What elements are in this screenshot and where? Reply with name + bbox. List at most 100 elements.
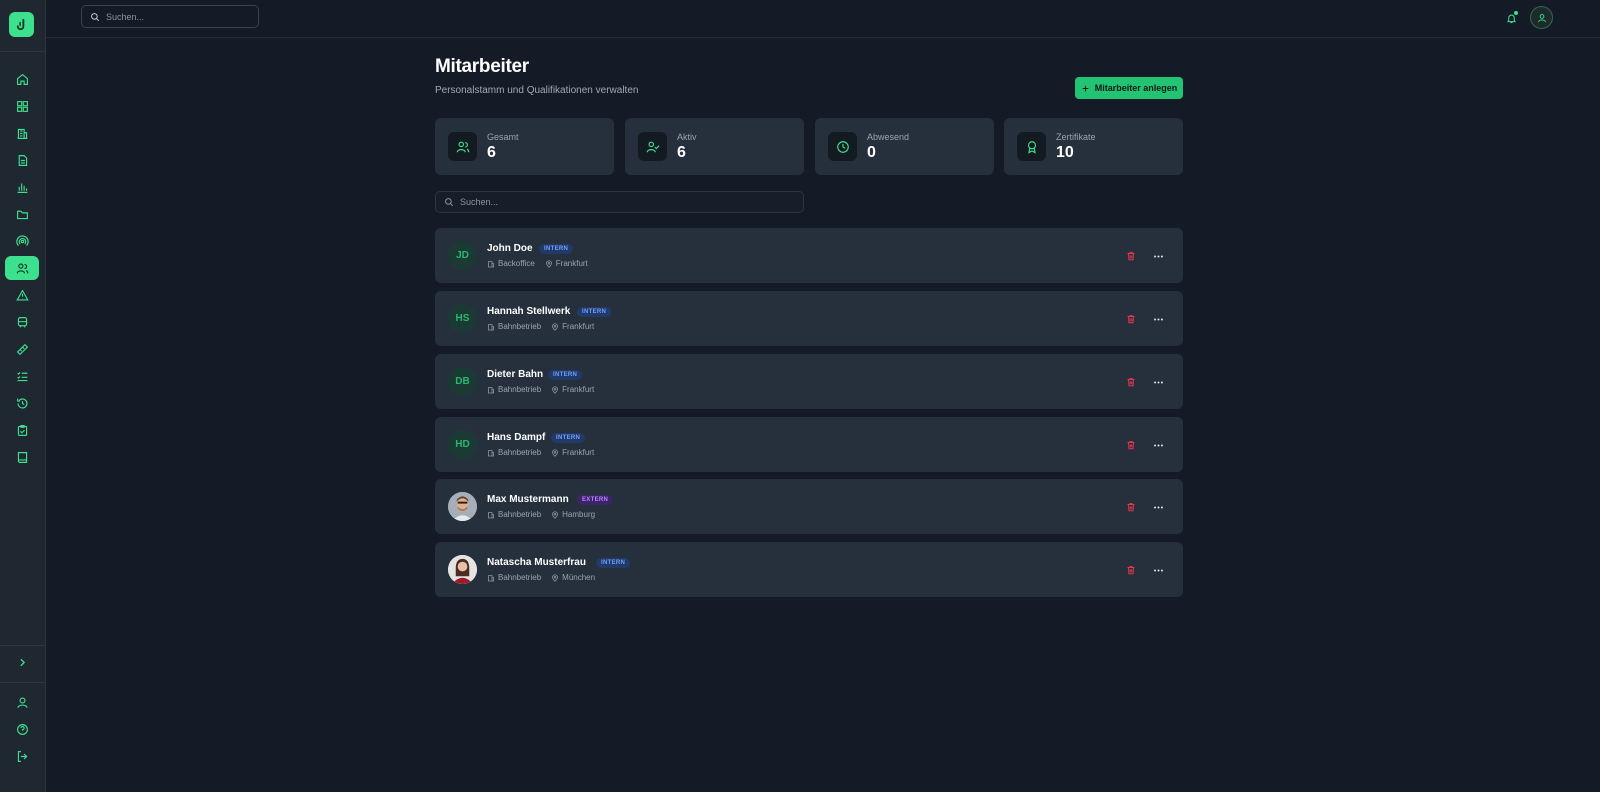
person-photo-icon [448, 492, 477, 521]
more-options-button[interactable] [1151, 375, 1165, 389]
nav-documents[interactable] [5, 148, 39, 172]
app-logo[interactable] [9, 12, 34, 37]
employee-department: Bahnbetrieb [498, 385, 542, 394]
sidebar-expand-button[interactable] [5, 650, 39, 674]
employee-meta: Backoffice Frankfurt [487, 259, 598, 268]
stat-card-absent: Abwesend 0 [815, 118, 994, 175]
employee-department: Bahnbetrieb [498, 322, 542, 331]
employee-department: Bahnbetrieb [498, 510, 542, 519]
employee-location: Frankfurt [562, 448, 595, 457]
building-icon [488, 323, 494, 330]
employee-row[interactable]: JD John Doe INTERN Backoffice Frankfurt [435, 228, 1183, 283]
nav-tracks[interactable] [5, 337, 39, 361]
employee-type-badge: INTERN [596, 558, 631, 568]
avatar: DB [448, 367, 477, 396]
stat-card-active: Aktiv 6 [625, 118, 804, 175]
employee-name[interactable]: Hans Dampf [487, 432, 545, 443]
sidebar-divider [0, 645, 46, 646]
delete-button[interactable] [1124, 375, 1138, 389]
sidebar-divider [0, 682, 46, 683]
nav-employees[interactable] [5, 256, 39, 280]
trash-icon [1127, 378, 1135, 387]
global-search[interactable] [81, 5, 259, 28]
employee-row[interactable]: HD Hans Dampf INTERN Bahnbetrieb Frankfu… [435, 417, 1183, 472]
nav-checklists[interactable] [5, 418, 39, 442]
nav-reports[interactable] [5, 175, 39, 199]
stat-label: Zertifikate [1056, 132, 1096, 142]
more-options-button[interactable] [1151, 312, 1165, 326]
building-icon [488, 511, 494, 518]
nav-handbook[interactable] [5, 445, 39, 469]
nav-broadcast[interactable] [5, 229, 39, 253]
stat-value: 10 [1056, 144, 1074, 161]
notifications-button[interactable] [1503, 10, 1519, 26]
employee-location: Frankfurt [562, 322, 595, 331]
user-menu-button[interactable] [1530, 6, 1553, 29]
nav-tasks[interactable] [5, 364, 39, 388]
delete-button[interactable] [1124, 563, 1138, 577]
more-options-button[interactable] [1151, 563, 1165, 577]
add-employee-label: Mitarbeiter anlegen [1094, 83, 1178, 93]
stat-card-total: Gesamt 6 [435, 118, 614, 175]
nav-logout[interactable] [5, 744, 39, 768]
employee-location: Hamburg [562, 510, 596, 519]
nav-buildings[interactable] [5, 121, 39, 145]
sidebar [0, 0, 46, 792]
logo-icon [16, 18, 25, 31]
add-employee-button[interactable]: Mitarbeiter anlegen [1075, 77, 1183, 99]
nav-profile[interactable] [5, 690, 39, 714]
global-search-input[interactable] [106, 11, 256, 22]
page-title: Mitarbeiter [435, 56, 529, 77]
more-options-button[interactable] [1151, 500, 1165, 514]
delete-button[interactable] [1124, 500, 1138, 514]
employee-meta: Bahnbetrieb Hamburg [487, 510, 605, 519]
folder-icon [16, 210, 28, 219]
stat-icon [448, 132, 477, 161]
avatar: JD [448, 241, 477, 270]
nav-vehicles[interactable] [5, 310, 39, 334]
employee-meta: Bahnbetrieb Frankfurt [487, 385, 604, 394]
ellipsis-icon [1153, 444, 1163, 446]
employee-search[interactable] [435, 191, 804, 213]
employee-row[interactable]: Max Mustermann EXTERN Bahnbetrieb Hambur… [435, 479, 1183, 534]
nav-folders[interactable] [5, 202, 39, 226]
employee-name[interactable]: Dieter Bahn [487, 369, 543, 380]
stat-value: 6 [677, 144, 686, 161]
avatar-photo [448, 492, 477, 521]
nav-history[interactable] [5, 391, 39, 415]
building-icon [488, 386, 494, 393]
more-options-button[interactable] [1151, 249, 1165, 263]
employee-name[interactable]: Natascha Musterfrau [487, 557, 586, 568]
employee-name[interactable]: Max Mustermann [487, 494, 569, 505]
nav-dashboard[interactable] [5, 94, 39, 118]
delete-button[interactable] [1124, 438, 1138, 452]
employee-search-input[interactable] [460, 197, 610, 207]
map-pin-icon [552, 385, 559, 394]
employee-row[interactable]: Natascha Musterfrau INTERN Bahnbetrieb M… [435, 542, 1183, 597]
plus-icon [1082, 85, 1089, 91]
top-bar [46, 0, 1600, 38]
delete-button[interactable] [1124, 249, 1138, 263]
employee-location: Frankfurt [562, 385, 595, 394]
trash-icon [1127, 315, 1135, 324]
map-pin-icon [552, 510, 559, 519]
building-icon [17, 128, 27, 139]
delete-button[interactable] [1124, 312, 1138, 326]
ruler-icon [16, 343, 28, 355]
employee-row[interactable]: HS Hannah Stellwerk INTERN Bahnbetrieb F… [435, 291, 1183, 346]
trash-icon [1127, 566, 1135, 575]
more-options-button[interactable] [1151, 438, 1165, 452]
nav-home[interactable] [5, 67, 39, 91]
employee-row[interactable]: DB Dieter Bahn INTERN Bahnbetrieb Frankf… [435, 354, 1183, 409]
employee-type-badge: INTERN [551, 433, 586, 443]
employee-name[interactable]: John Doe [487, 243, 533, 254]
employee-name[interactable]: Hannah Stellwerk [487, 306, 570, 317]
avatar: HS [448, 304, 477, 333]
nav-warnings[interactable] [5, 283, 39, 307]
stat-icon [638, 132, 667, 161]
user-icon [16, 696, 28, 708]
nav-help[interactable] [5, 717, 39, 741]
avatar: HD [448, 430, 477, 459]
employee-department: Bahnbetrieb [498, 448, 542, 457]
map-pin-icon [545, 259, 552, 268]
